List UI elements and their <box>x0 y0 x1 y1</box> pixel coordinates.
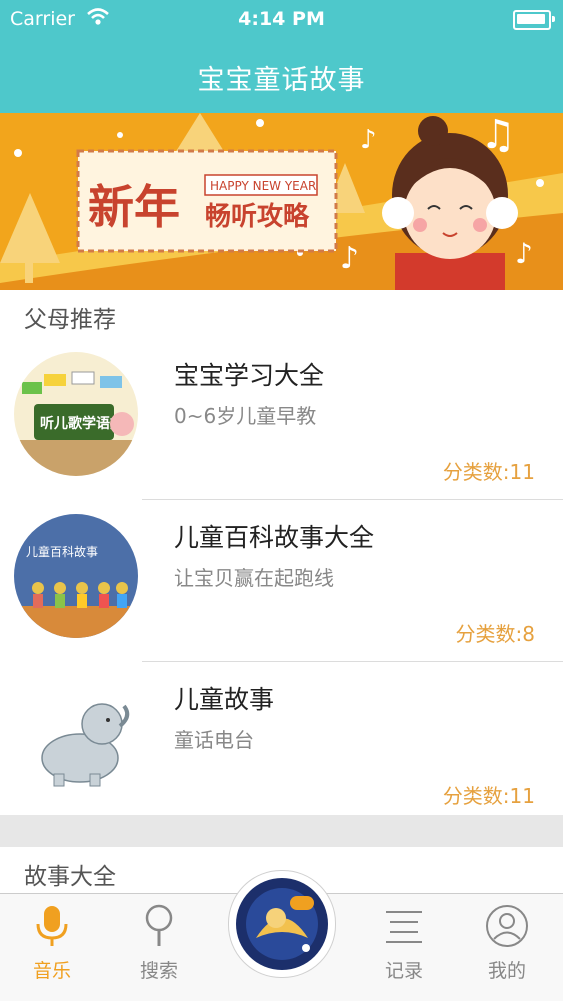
navigation-bar: 宝宝童话故事 <box>0 40 563 113</box>
section-label: 父母推荐 <box>24 307 116 333</box>
album-thumbnail: 听儿歌学语文 <box>14 352 138 476</box>
tab-search[interactable]: 搜索 <box>119 904 199 983</box>
list-item[interactable]: 儿童故事 童话电台 分类数:11 <box>0 662 563 824</box>
microphone-icon <box>35 906 69 952</box>
tab-label: 我的 <box>487 960 526 982</box>
tab-profile[interactable]: 我的 <box>467 904 547 983</box>
list-icon <box>384 911 424 952</box>
album-thumbnail <box>14 676 138 800</box>
user-icon <box>485 905 529 952</box>
item-count: 分类数:8 <box>455 622 535 646</box>
thumbnail-text: 儿童百科故事 <box>26 544 98 559</box>
battery-icon <box>513 10 555 30</box>
banner-badge: HAPPY NEW YEAR <box>210 179 316 193</box>
album-thumbnail: 儿童百科故事 <box>14 514 138 638</box>
section-gap <box>0 815 563 847</box>
list-item[interactable]: 儿童百科故事 儿童百科故事大全 让宝贝赢在起跑线 分类数:8 <box>0 500 563 662</box>
section-label: 故事大全 <box>24 864 116 890</box>
tab-music[interactable]: 音乐 <box>12 904 92 983</box>
search-icon <box>142 904 176 952</box>
page-title: 宝宝童话故事 <box>197 65 366 96</box>
status-bar: Carrier 4:14 PM <box>0 0 563 40</box>
promo-banner[interactable]: ♪ ♫ ♪ ♪ 新年 HAPPY NEW YEAR 畅听攻略 <box>0 113 563 290</box>
item-subtitle: 童话电台 <box>174 728 254 752</box>
now-playing-artwork <box>236 878 328 970</box>
svg-text:♪: ♪ <box>515 237 533 270</box>
status-time: 4:14 PM <box>238 8 325 30</box>
item-title: 儿童百科故事大全 <box>174 523 375 552</box>
banner-subtitle: 畅听攻略 <box>205 201 310 232</box>
tab-history[interactable]: 记录 <box>364 904 444 983</box>
svg-text:♪: ♪ <box>340 241 359 276</box>
tab-label: 音乐 <box>32 960 71 982</box>
item-subtitle: 让宝贝赢在起跑线 <box>174 566 334 590</box>
list-item[interactable]: 听儿歌学语文 宝宝学习大全 0~6岁儿童早教 分类数:11 <box>0 338 563 500</box>
item-count: 分类数:11 <box>442 784 535 808</box>
svg-text:♪: ♪ <box>360 125 377 155</box>
item-subtitle: 0~6岁儿童早教 <box>174 404 317 428</box>
item-title: 儿童故事 <box>174 685 275 714</box>
item-title: 宝宝学习大全 <box>174 361 325 390</box>
tab-label: 搜索 <box>139 960 178 982</box>
section-header-parents: 父母推荐 <box>0 290 563 338</box>
banner-title: 新年 <box>88 180 180 234</box>
now-playing-button[interactable] <box>228 870 336 978</box>
tab-label: 记录 <box>384 960 423 982</box>
item-count: 分类数:11 <box>442 460 535 484</box>
